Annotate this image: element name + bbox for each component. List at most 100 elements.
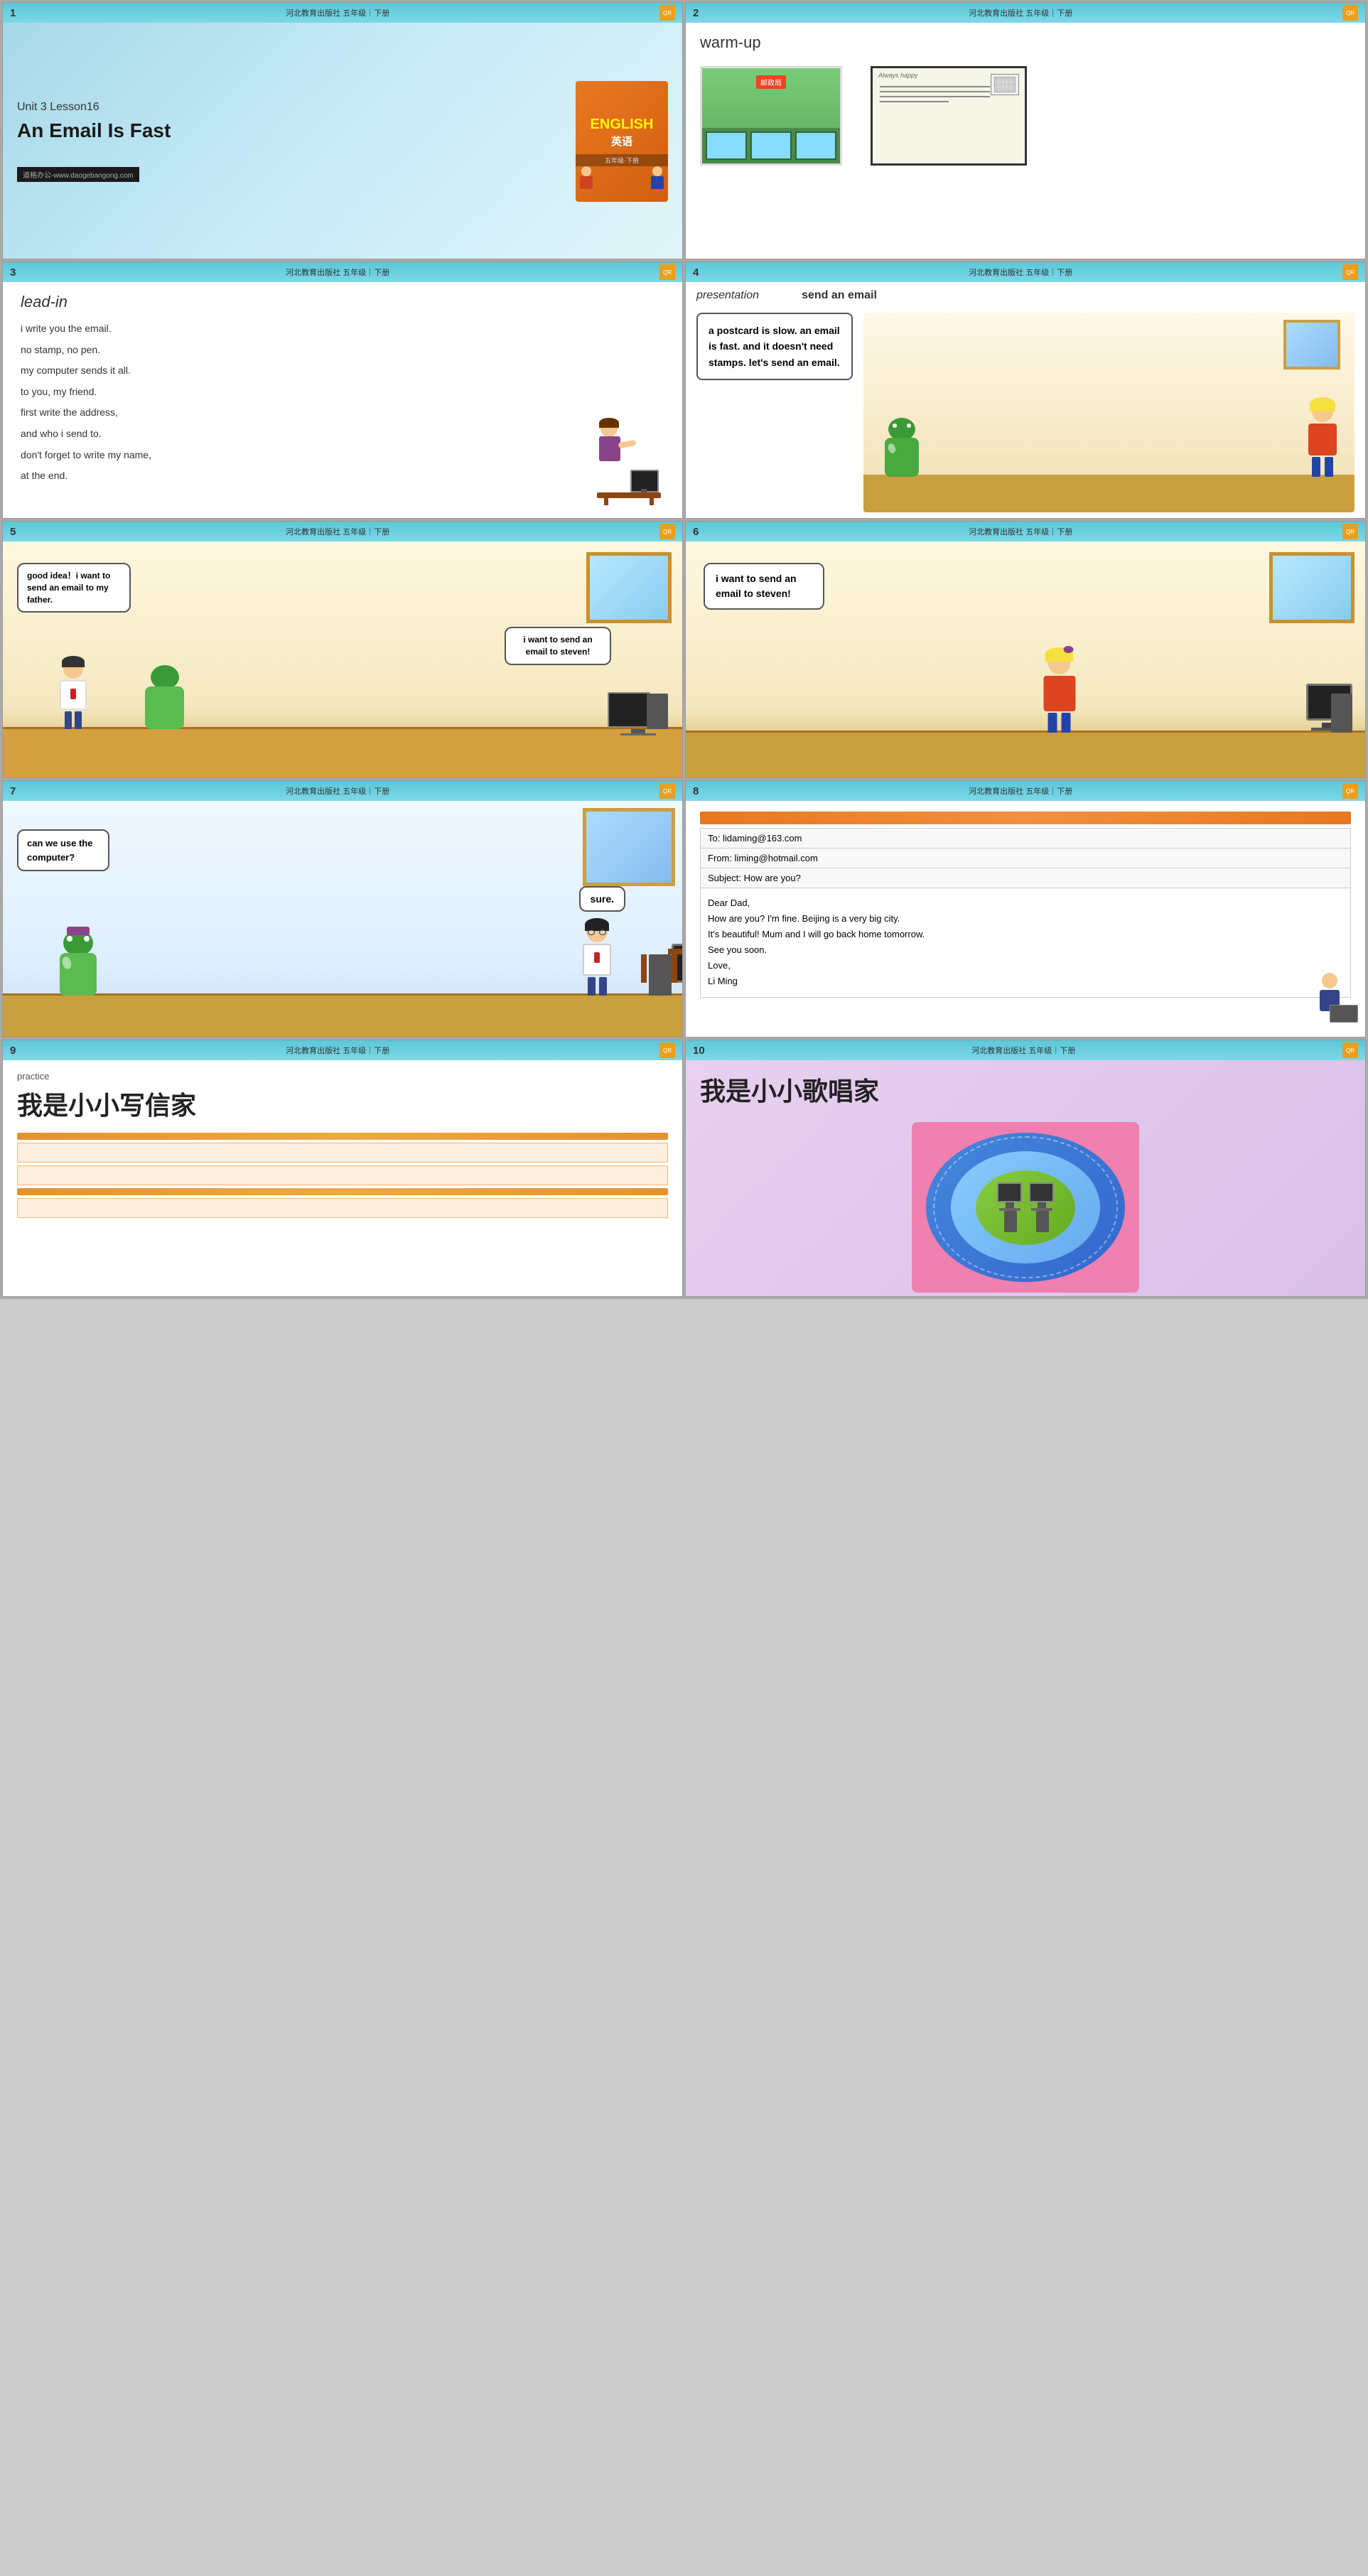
slides-grid: 1 河北教育出版社 五年级｜下册 QR Unit 3 Lesson16 An E… bbox=[0, 0, 1368, 1299]
email-from-field: From: liming@hotmail.com bbox=[701, 848, 1350, 868]
mini-stand-right bbox=[1038, 1202, 1046, 1208]
slide-1-text-area: Unit 3 Lesson16 An Email Is Fast 道格办公-ww… bbox=[17, 101, 561, 182]
slide-6-number: 6 bbox=[693, 526, 699, 538]
slide-10-title: 我是小小歌唱家 bbox=[700, 1071, 1351, 1108]
slide-7-header: 7 河北教育出版社 五年级｜下册 QR bbox=[3, 781, 682, 801]
slide-7-content: can we use the computer? sure. bbox=[3, 801, 682, 1038]
email-body-line-5: Love, bbox=[708, 958, 1343, 974]
slide-1-title: An Email Is Fast bbox=[17, 119, 561, 142]
slide-10-number: 10 bbox=[693, 1045, 705, 1057]
slide-9-content: practice 我是小小写信家 bbox=[3, 1060, 682, 1297]
slide-1-content: Unit 3 Lesson16 An Email Is Fast 道格办公-ww… bbox=[3, 23, 682, 259]
slide-6-qr-icon: QR bbox=[1342, 524, 1358, 539]
slide-3-header: 3 河北教育出版社 五年级｜下册 QR bbox=[3, 262, 682, 282]
post-office-image: 邮政局 bbox=[700, 66, 842, 166]
scene-window bbox=[1283, 320, 1340, 370]
slide-10-computer-pair bbox=[997, 1182, 1054, 1232]
slide-8-content: To: lidaming@163.com From: liming@hotmai… bbox=[686, 801, 1365, 1038]
book-title-chinese: 英语 bbox=[611, 134, 632, 149]
slide-10-light-blue-circle bbox=[951, 1151, 1100, 1263]
slide-3-number: 3 bbox=[10, 266, 16, 279]
slide-7-bubble-left: can we use the computer? bbox=[17, 829, 109, 871]
email-subject-field: Subject: How are you? bbox=[701, 868, 1350, 888]
slide-2-publisher: 河北教育出版社 五年级｜下册 bbox=[969, 7, 1072, 18]
slide-10-header: 10 河北教育出版社 五年级｜下册 QR bbox=[686, 1040, 1365, 1060]
slide-7-publisher: 河北教育出版社 五年级｜下册 bbox=[286, 785, 389, 797]
slide-5-bubble-right: i want to send an email to steven! bbox=[505, 627, 611, 665]
slide-2-header: 2 河北教育出版社 五年级｜下册 QR bbox=[686, 3, 1365, 23]
slide-3-heading: lead-in bbox=[21, 293, 579, 311]
book-grade: 五年级·下册 bbox=[576, 154, 668, 166]
slide-3-line-6: and who i send to. bbox=[21, 427, 579, 441]
slide-7-window bbox=[583, 808, 675, 886]
slide-1-unit: Unit 3 Lesson16 bbox=[17, 101, 561, 114]
slide-1-qr-icon: QR bbox=[659, 5, 675, 21]
slide-3: 3 河北教育出版社 五年级｜下册 QR lead-in i write you … bbox=[2, 262, 683, 519]
slide-10: 10 河北教育出版社 五年级｜下册 QR 我是小小歌唱家 bbox=[685, 1040, 1366, 1297]
slide-2: 2 河北教育出版社 五年级｜下册 QR warm-up 邮政局 bbox=[685, 2, 1366, 259]
slide-10-pink-frame bbox=[912, 1122, 1139, 1293]
slide-4-qr-icon: QR bbox=[1342, 264, 1358, 280]
writing-line-3 bbox=[17, 1198, 668, 1218]
slide-1-book: ENGLISH 英语 五年级·下册 bbox=[576, 81, 668, 202]
slide-6-window bbox=[1269, 552, 1354, 623]
slide-3-line-2: no stamp, no pen. bbox=[21, 343, 579, 357]
book-figure-1 bbox=[579, 166, 593, 188]
slide-3-line-7: don't forget to write my name, bbox=[21, 448, 579, 463]
dragon-character-slide7 bbox=[60, 930, 97, 996]
email-body-line-6: Li Ming bbox=[708, 974, 1343, 989]
slide-7-wall-bottom bbox=[3, 996, 682, 1038]
slide-3-character bbox=[593, 293, 664, 509]
postcard-image: Always happy bbox=[871, 66, 1027, 166]
slide-4-number: 4 bbox=[693, 266, 699, 279]
slide-9-writing-area bbox=[17, 1133, 668, 1218]
slide-1-number: 1 bbox=[10, 7, 16, 19]
mini-tower-right bbox=[1036, 1211, 1049, 1232]
slide-4-label2: send an email bbox=[802, 289, 877, 302]
slide-6-floor-line bbox=[686, 731, 1365, 733]
writing-line-orange-1 bbox=[17, 1133, 668, 1140]
slide-8-header: 8 河北教育出版社 五年级｜下册 QR bbox=[686, 781, 1365, 801]
computer-slide6 bbox=[1306, 684, 1352, 733]
email-body-line-1: Dear Dad, bbox=[708, 895, 1343, 911]
slide-7-bubble-right: sure. bbox=[579, 886, 625, 912]
mini-stand-left bbox=[1006, 1202, 1014, 1208]
slide-1: 1 河北教育出版社 五年级｜下册 QR Unit 3 Lesson16 An E… bbox=[2, 2, 683, 259]
slide-5-wall-bottom bbox=[3, 729, 682, 778]
writing-line-2 bbox=[17, 1165, 668, 1185]
email-body-line-4: See you soon. bbox=[708, 942, 1343, 958]
book-title-english: ENGLISH bbox=[591, 117, 654, 132]
slide-3-line-1: i write you the email. bbox=[21, 322, 579, 336]
slide-1-publisher: 河北教育出版社 五年级｜下册 bbox=[286, 7, 389, 18]
slide-2-images: 邮政局 Always happy bbox=[700, 66, 1351, 166]
boy-character-slide5 bbox=[60, 659, 87, 729]
slide-7: 7 河北教育出版社 五年级｜下册 QR can we use the compu… bbox=[2, 780, 683, 1038]
slide-5-qr-icon: QR bbox=[659, 524, 675, 539]
slide-4-bubble: a postcard is slow. an email is fast. an… bbox=[696, 313, 853, 380]
slide-3-line-8: at the end. bbox=[21, 469, 579, 483]
slide-8-number: 8 bbox=[693, 785, 699, 797]
writing-line-1 bbox=[17, 1143, 668, 1163]
email-container: To: lidaming@163.com From: liming@hotmai… bbox=[700, 828, 1351, 998]
postcard-stamp bbox=[991, 74, 1019, 95]
slide-4-labels: presentation send an email bbox=[696, 289, 1354, 302]
slide-6: 6 河北教育出版社 五年级｜下册 QR i want to send an em… bbox=[685, 521, 1366, 778]
slide-10-qr-icon: QR bbox=[1342, 1042, 1358, 1058]
writing-line-orange-2 bbox=[17, 1188, 668, 1195]
slide-4: 4 河北教育出版社 五年级｜下册 QR presentation send an… bbox=[685, 262, 1366, 519]
slide-3-qr-icon: QR bbox=[659, 264, 675, 280]
slide-10-computer-right bbox=[1029, 1182, 1054, 1232]
book-figure-2 bbox=[650, 166, 664, 188]
slide-9: 9 河北教育出版社 五年级｜下册 QR practice 我是小小写信家 bbox=[2, 1040, 683, 1297]
slide-1-footer: 道格办公-www.daogebangong.com bbox=[17, 167, 139, 182]
slide-7-floor-line bbox=[3, 993, 682, 996]
slide-4-scene-area bbox=[863, 313, 1354, 512]
slide-4-scene: a postcard is slow. an email is fast. an… bbox=[696, 313, 1354, 512]
girl-computer-illustration bbox=[593, 416, 664, 509]
slide-5-content: good idea！i want to send an email to my … bbox=[3, 541, 682, 778]
slide-9-qr-icon: QR bbox=[659, 1042, 675, 1058]
slide-4-content: presentation send an email a postcard is… bbox=[686, 282, 1365, 519]
slide-2-number: 2 bbox=[693, 7, 699, 19]
slide-5-window bbox=[586, 552, 672, 623]
slide-6-floor-wall bbox=[686, 733, 1365, 778]
